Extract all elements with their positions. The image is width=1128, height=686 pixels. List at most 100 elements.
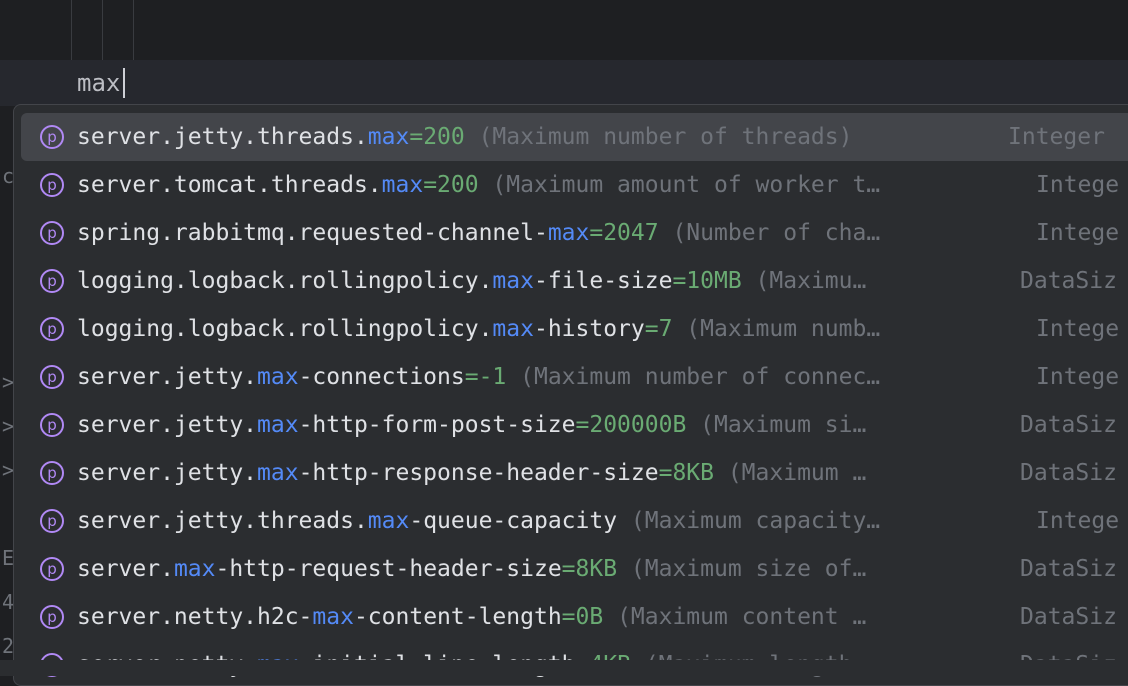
property-name-suffix: -history [533, 316, 645, 342]
completion-item-text: server.netty.h2c-max-content-length=0B (… [77, 602, 866, 632]
completion-item[interactable]: p server.jetty.max-connections=-1 (Maximu… [21, 353, 1128, 401]
default-value: =8KB [561, 556, 618, 582]
property-description: (Maximum numb… [672, 316, 881, 342]
completion-item-text: server.tomcat.threads.max=200 (Maximum a… [77, 170, 880, 200]
completion-item[interactable]: p server.netty.h2c-max-content-length=0B … [21, 593, 1128, 641]
default-value: =10MB [672, 268, 742, 294]
completion-item-text: server.jetty.threads.max=200 (Maximum nu… [77, 122, 852, 152]
property-icon: p [40, 173, 64, 197]
completion-item-text: server.jetty.max-http-form-post-size=200… [77, 410, 866, 440]
matched-text: max [492, 268, 534, 294]
property-name: server.jetty.threads. [77, 124, 368, 150]
completion-item-text: logging.logback.rollingpolicy.max-file-s… [77, 266, 866, 296]
property-name: spring.rabbitmq.requested-channel- [77, 220, 548, 246]
property-icon: p [40, 509, 64, 533]
completion-item[interactable]: p logging.logback.rollingpolicy.max-histo… [21, 305, 1128, 353]
property-name-suffix: -http-form-post-size [298, 412, 576, 438]
property-description: (Maximum si… [686, 412, 867, 438]
property-description: (Number of cha… [658, 220, 881, 246]
completion-item-text: server.max-http-request-header-size=8KB … [77, 554, 866, 584]
property-type: Intege [1036, 364, 1120, 390]
property-description: (Maximum amount of worker t… [478, 172, 881, 198]
matched-text: max [257, 364, 299, 390]
property-icon: p [40, 269, 64, 293]
property-icon: p [40, 557, 64, 581]
completion-item-text: server.jetty.max-http-response-header-si… [77, 458, 866, 488]
property-type: Integer [1008, 124, 1105, 150]
completion-item-text: logging.logback.rollingpolicy.max-histor… [77, 314, 880, 344]
property-icon: p [40, 317, 64, 341]
default-value: =-1 [464, 364, 507, 390]
default-value: =200 [423, 172, 479, 198]
default-value: =2047 [589, 220, 659, 246]
property-description: (Maximum capacity… [617, 508, 881, 534]
indent-guide [133, 0, 134, 60]
property-type: DataSiz [1020, 268, 1117, 294]
completion-item-text: spring.rabbitmq.requested-channel-max=20… [77, 218, 880, 248]
completion-popup: p server.jetty.threads.max=200 (Maximum n… [13, 104, 1128, 686]
property-description: (Maximu… [741, 268, 867, 294]
property-type: Intege [1036, 316, 1120, 342]
matched-text: max [381, 172, 424, 198]
property-name: server.tomcat.threads. [77, 172, 382, 198]
matched-text: max [492, 316, 534, 342]
typed-text[interactable]: max [77, 68, 120, 98]
property-name-suffix: -content-length [353, 604, 562, 630]
property-description: (Maximum number of connec… [506, 364, 881, 390]
completion-item[interactable]: p server.jetty.max-http-form-post-size=20… [21, 401, 1128, 449]
property-name-suffix: -file-size [533, 268, 673, 294]
property-type: Intege [1036, 172, 1120, 198]
matched-text: max [257, 460, 299, 486]
property-name: logging.logback.rollingpolicy. [77, 316, 493, 342]
property-name: server.jetty.threads. [77, 508, 368, 534]
current-line[interactable] [0, 60, 1128, 106]
property-name: server. [77, 556, 174, 582]
matched-text: max [547, 220, 590, 246]
default-value: =8KB [658, 460, 714, 486]
editor-gutter: cu > > > E 4 2 [0, 106, 26, 676]
indent-guide [71, 0, 72, 60]
completion-item[interactable]: p server.tomcat.threads.max=200 (Maximum … [21, 161, 1128, 209]
completion-item[interactable]: p spring.rabbitmq.requested-channel-max=2… [21, 209, 1128, 257]
completion-item[interactable]: p logging.logback.rollingpolicy.max-file-… [21, 257, 1128, 305]
property-type: DataSiz [1020, 556, 1117, 582]
completion-item[interactable]: p server.jetty.max-http-response-header-s… [21, 449, 1128, 497]
property-description: (Maximum … [713, 460, 867, 486]
property-icon: p [40, 413, 64, 437]
property-name: server.netty.h2c- [77, 604, 313, 630]
completion-item[interactable]: p server.jetty.threads.max-queue-capacity… [21, 497, 1128, 545]
property-description: (Maximum number of threads) [464, 124, 853, 150]
property-name-suffix: -connections [298, 364, 465, 390]
horizontal-scrollbar[interactable] [0, 660, 1128, 676]
property-name-suffix: -http-request-header-size [215, 556, 562, 582]
property-name: server.jetty. [77, 460, 258, 486]
property-icon: p [40, 365, 64, 389]
property-icon: p [40, 461, 64, 485]
text-caret [123, 68, 125, 98]
property-icon: p [40, 125, 64, 149]
property-name: server.jetty. [77, 412, 258, 438]
matched-text: max [367, 508, 410, 534]
property-type: DataSiz [1020, 412, 1117, 438]
property-type: Intege [1036, 220, 1120, 246]
property-description: (Maximum size of… [617, 556, 867, 582]
property-name-suffix: -queue-capacity [409, 508, 618, 534]
property-name: logging.logback.rollingpolicy. [77, 268, 493, 294]
editor-area [0, 0, 1128, 60]
property-type: DataSiz [1020, 460, 1117, 486]
default-value: =200000B [575, 412, 687, 438]
property-type: Intege [1036, 508, 1120, 534]
default-value: =7 [644, 316, 673, 342]
matched-text: max [173, 556, 216, 582]
property-name: server.jetty. [77, 364, 258, 390]
property-description: (Maximum content … [603, 604, 867, 630]
completion-item[interactable]: p server.jetty.threads.max=200 (Maximum n… [21, 113, 1128, 161]
completion-item-text: server.jetty.threads.max-queue-capacity … [77, 506, 880, 536]
completion-item[interactable]: p server.max-http-request-header-size=8KB… [21, 545, 1128, 593]
property-type: DataSiz [1020, 604, 1117, 630]
property-icon: p [40, 605, 64, 629]
default-value: =200 [409, 124, 465, 150]
matched-text: max [312, 604, 354, 630]
completion-item-text: server.jetty.max-connections=-1 (Maximum… [77, 362, 880, 392]
default-value: =0B [561, 604, 604, 630]
